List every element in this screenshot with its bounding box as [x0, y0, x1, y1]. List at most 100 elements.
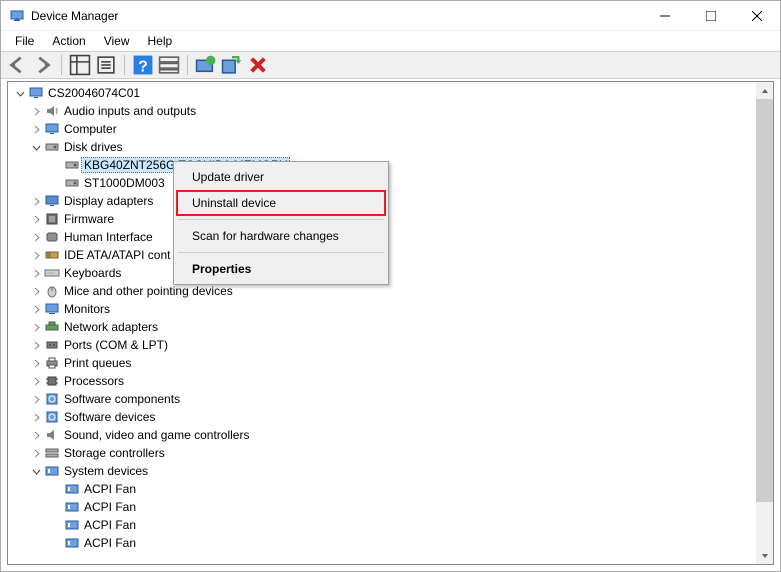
chevron-right-icon[interactable] [28, 427, 44, 443]
scan-hardware-button[interactable] [220, 53, 244, 77]
tree-item[interactable]: Software components [8, 390, 773, 408]
tree-item-label: Monitors [64, 302, 110, 316]
tree-item-label: Software components [64, 392, 180, 406]
chevron-right-icon[interactable] [28, 373, 44, 389]
tree-item[interactable]: IDE ATA/ATAPI cont [8, 246, 773, 264]
sw-icon [44, 409, 60, 425]
tree-item-label: Human Interface [64, 230, 153, 244]
menu-separator [178, 219, 384, 220]
tree-item[interactable]: Processors [8, 372, 773, 390]
tree-item[interactable]: Computer [8, 120, 773, 138]
tree-item-label: Ports (COM & LPT) [64, 338, 168, 352]
chevron-right-icon [48, 499, 64, 515]
tree-item-label: Disk drives [64, 140, 123, 154]
chevron-right-icon[interactable] [28, 247, 44, 263]
toolbar-separator [124, 55, 125, 75]
tree-item[interactable]: CS20046074C01 [8, 84, 773, 102]
disk-icon [64, 175, 80, 191]
chevron-right-icon[interactable] [28, 265, 44, 281]
tree-item[interactable]: ACPI Fan [8, 480, 773, 498]
vertical-scrollbar[interactable] [756, 82, 773, 564]
tree-item[interactable]: Display adapters [8, 192, 773, 210]
menu-action[interactable]: Action [44, 32, 93, 50]
tree-item-label: Sound, video and game controllers [64, 428, 249, 442]
tree-item[interactable]: ST1000DM003 [8, 174, 773, 192]
tree-item[interactable]: Disk drives [8, 138, 773, 156]
tree-item[interactable]: Human Interface [8, 228, 773, 246]
chevron-right-icon[interactable] [28, 445, 44, 461]
forward-button[interactable] [31, 53, 55, 77]
context-menu: Update driver Uninstall device Scan for … [173, 161, 389, 285]
chevron-right-icon[interactable] [28, 103, 44, 119]
chevron-right-icon[interactable] [28, 301, 44, 317]
tree-item-label: Display adapters [64, 194, 153, 208]
help-button[interactable]: ? [131, 53, 155, 77]
firmware-icon [44, 211, 60, 227]
update-driver-button[interactable] [194, 53, 218, 77]
chevron-right-icon[interactable] [28, 409, 44, 425]
chevron-down-icon[interactable] [28, 139, 44, 155]
menu-file[interactable]: File [7, 32, 42, 50]
menu-separator [178, 252, 384, 253]
chevron-right-icon[interactable] [28, 319, 44, 335]
menu-scan-hardware[interactable]: Scan for hardware changes [176, 223, 386, 249]
properties-button[interactable] [94, 53, 118, 77]
chevron-right-icon[interactable] [28, 337, 44, 353]
scroll-up-button[interactable] [756, 82, 773, 99]
toolbar: ? [1, 51, 780, 79]
uninstall-device-button[interactable] [246, 53, 270, 77]
tree-item[interactable]: Software devices [8, 408, 773, 426]
sw-icon [44, 391, 60, 407]
tree-item[interactable]: ACPI Fan [8, 534, 773, 552]
scroll-thumb[interactable] [756, 99, 773, 502]
menu-help[interactable]: Help [140, 32, 181, 50]
chevron-down-icon[interactable] [12, 85, 28, 101]
chevron-right-icon[interactable] [28, 391, 44, 407]
tree-item[interactable]: Network adapters [8, 318, 773, 336]
scroll-down-button[interactable] [756, 547, 773, 564]
chevron-right-icon [48, 157, 64, 173]
tree-item[interactable]: Firmware [8, 210, 773, 228]
device-tree[interactable]: CS20046074C01 Audio inputs and outputs Com… [8, 82, 773, 564]
chevron-right-icon[interactable] [28, 211, 44, 227]
system-icon [64, 535, 80, 551]
chevron-right-icon[interactable] [28, 355, 44, 371]
chevron-right-icon[interactable] [28, 193, 44, 209]
back-button[interactable] [5, 53, 29, 77]
view-button[interactable] [157, 53, 181, 77]
tree-item[interactable]: Storage controllers [8, 444, 773, 462]
tree-item[interactable]: Keyboards [8, 264, 773, 282]
chevron-right-icon[interactable] [28, 229, 44, 245]
tree-item-label: ACPI Fan [84, 500, 136, 514]
tree-item[interactable]: Mice and other pointing devices [8, 282, 773, 300]
maximize-button[interactable] [688, 1, 734, 31]
port-icon [44, 337, 60, 353]
tree-item-label: System devices [64, 464, 148, 478]
show-hide-tree-button[interactable] [68, 53, 92, 77]
close-button[interactable] [734, 1, 780, 31]
tree-item[interactable]: Sound, video and game controllers [8, 426, 773, 444]
minimize-button[interactable] [642, 1, 688, 31]
tree-item[interactable]: Print queues [8, 354, 773, 372]
menu-uninstall-device[interactable]: Uninstall device [176, 190, 386, 216]
sound-icon [44, 427, 60, 443]
chevron-right-icon[interactable] [28, 121, 44, 137]
svg-text:?: ? [138, 58, 148, 75]
scroll-track[interactable] [756, 99, 773, 547]
menu-properties[interactable]: Properties [176, 256, 386, 282]
tree-item[interactable]: KBG40ZNT256G TOSHIBA MEMORY [8, 156, 773, 174]
disk-icon [64, 157, 80, 173]
tree-item-label: ST1000DM003 [84, 176, 165, 190]
tree-item-label: Audio inputs and outputs [64, 104, 196, 118]
menu-update-driver[interactable]: Update driver [176, 164, 386, 190]
tree-item[interactable]: Ports (COM & LPT) [8, 336, 773, 354]
chevron-right-icon[interactable] [28, 283, 44, 299]
menu-view[interactable]: View [96, 32, 138, 50]
tree-item[interactable]: ACPI Fan [8, 498, 773, 516]
tree-item[interactable]: Audio inputs and outputs [8, 102, 773, 120]
chevron-right-icon [48, 517, 64, 533]
tree-item[interactable]: ACPI Fan [8, 516, 773, 534]
tree-item[interactable]: Monitors [8, 300, 773, 318]
chevron-down-icon[interactable] [28, 463, 44, 479]
tree-item[interactable]: System devices [8, 462, 773, 480]
